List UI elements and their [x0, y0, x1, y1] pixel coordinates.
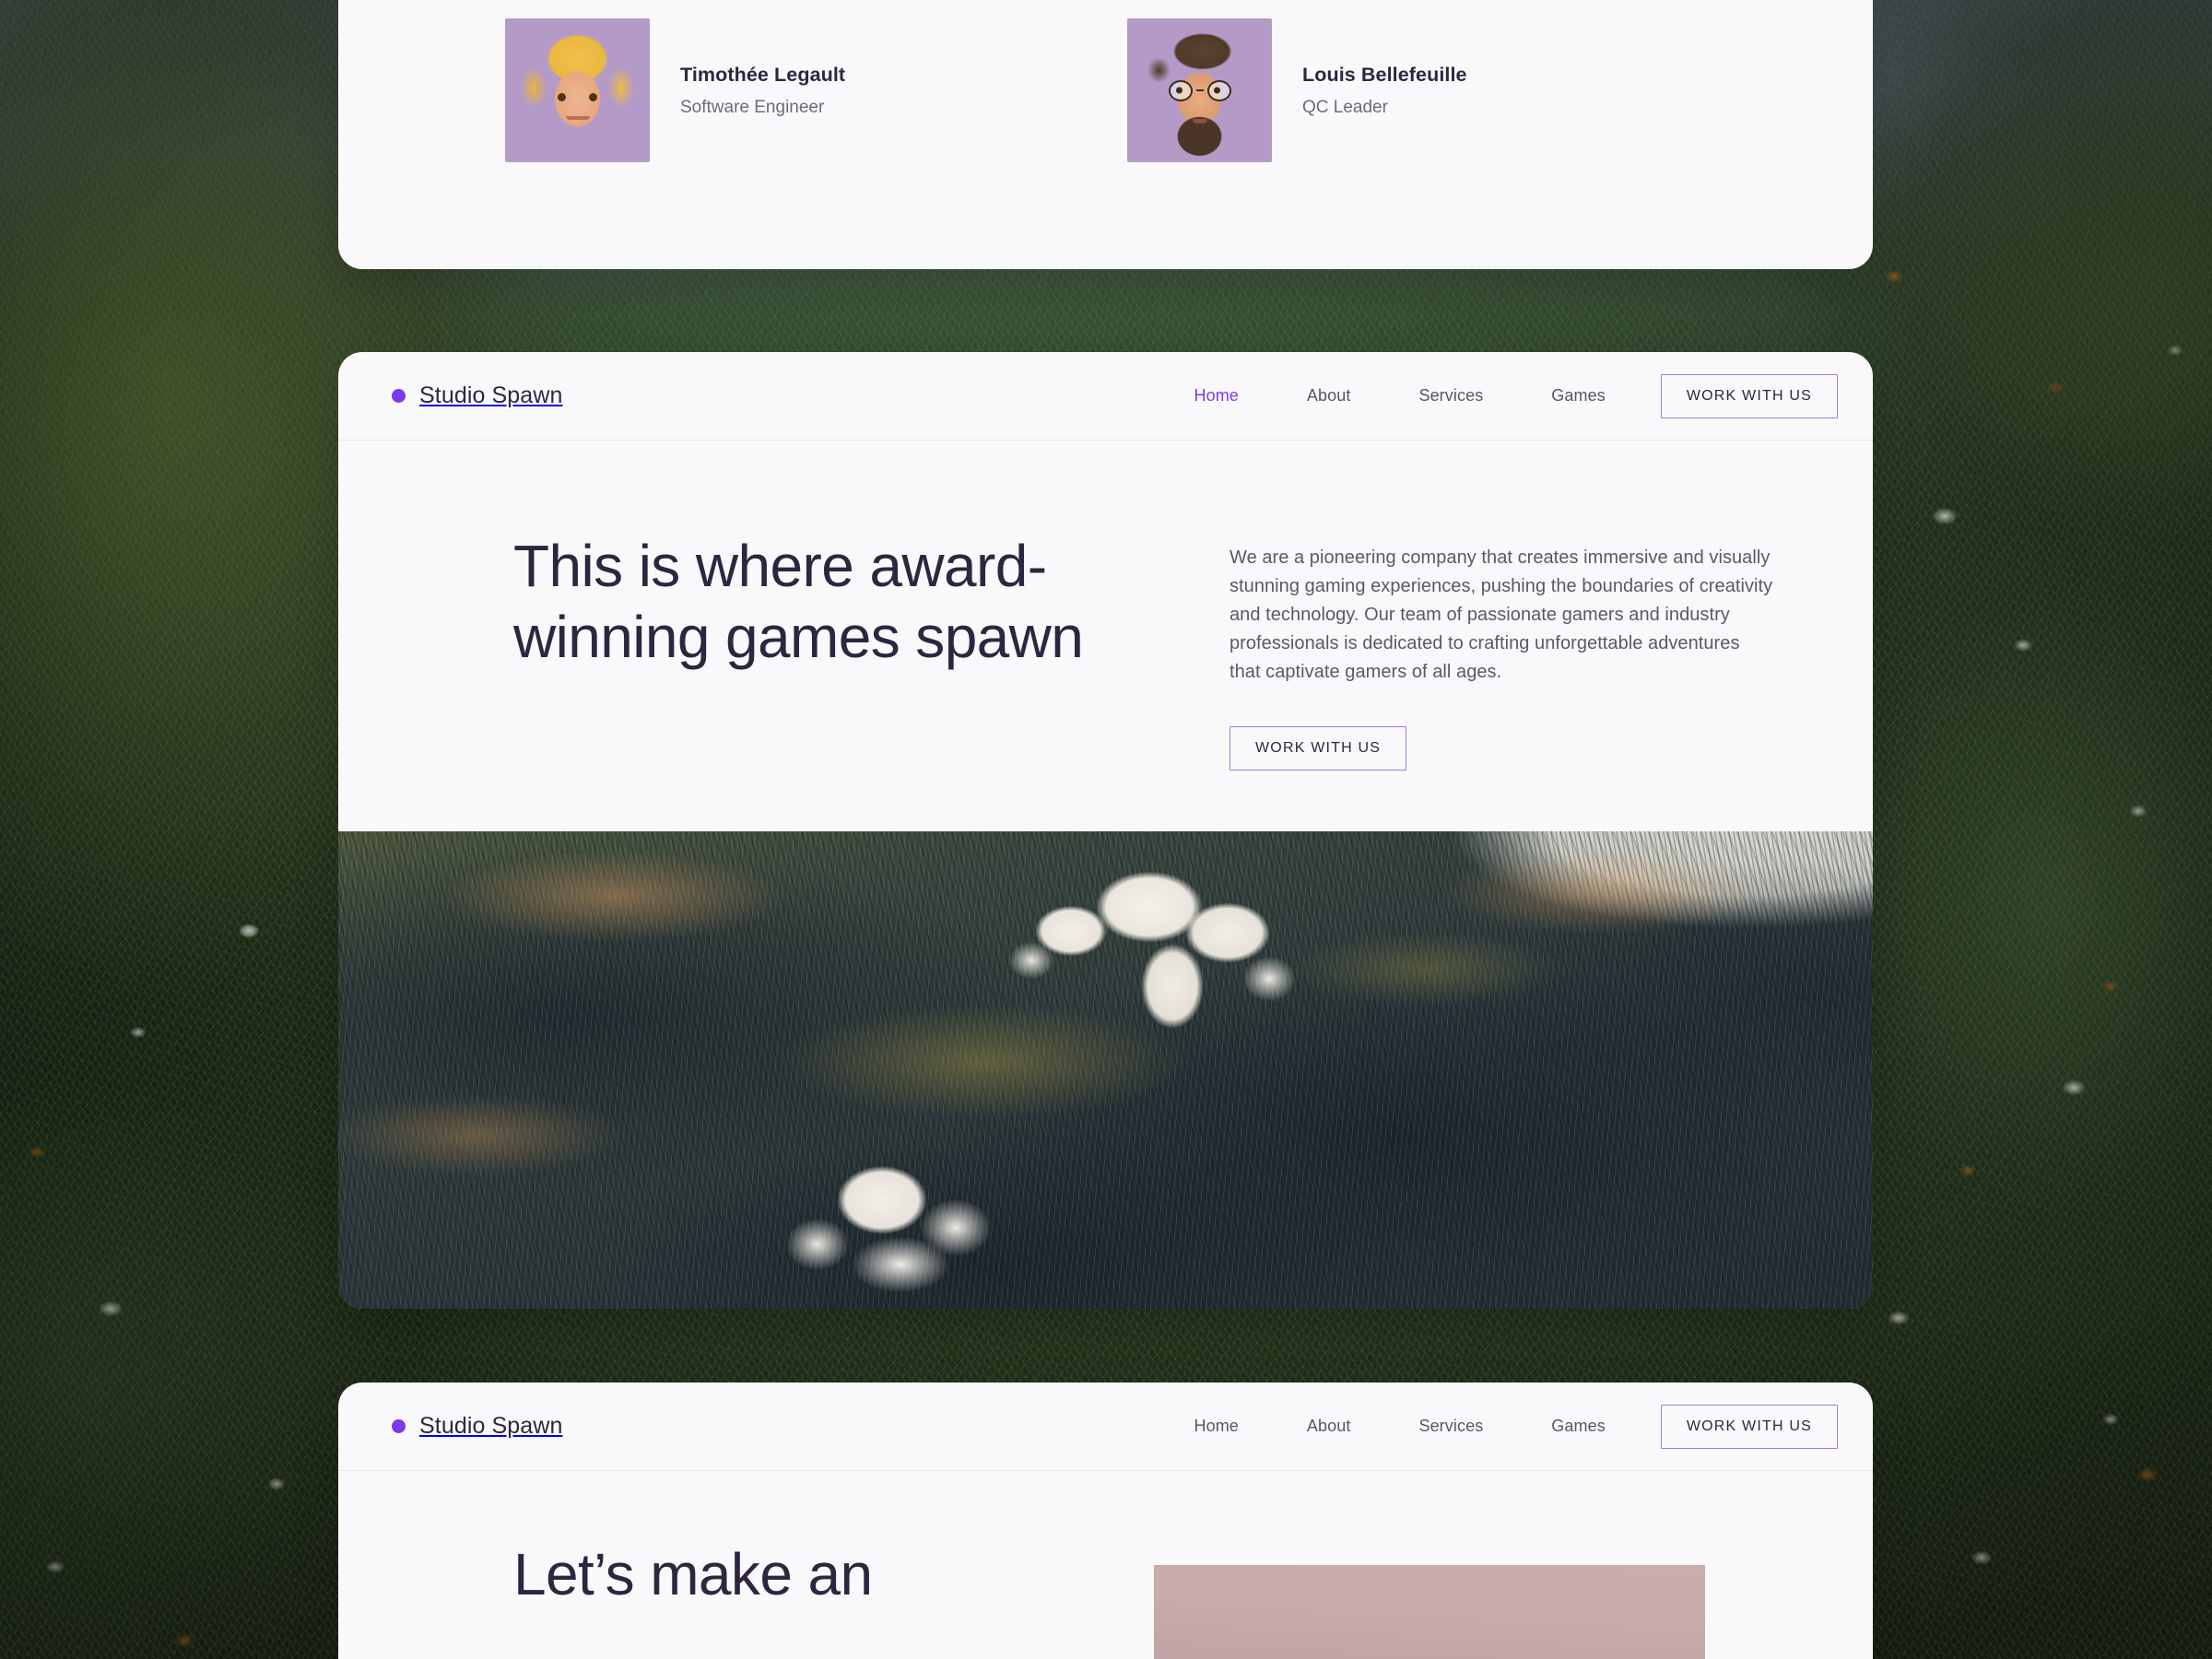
- team-member-role: QC Leader: [1302, 97, 1388, 117]
- hero-cta-wrap: WORK WITH US: [1230, 726, 1775, 771]
- nav-link-home[interactable]: Home: [1160, 386, 1273, 406]
- nav-link-games[interactable]: Games: [1517, 386, 1640, 406]
- team-member-card[interactable]: Louis Bellefeuille QC Leader: [1127, 18, 1749, 162]
- avatar-eye-right-icon: [589, 93, 598, 102]
- secondary-navbar: Studio Spawn Home About Services Games W…: [338, 1382, 1873, 1471]
- brand-dot-icon: [392, 1419, 406, 1433]
- avatar: [505, 18, 650, 162]
- primary-nav-links: Home About Services Games: [1160, 386, 1640, 406]
- bottom-image: [1154, 1565, 1705, 1659]
- team-member-name: Louis Bellefeuille: [1302, 64, 1467, 86]
- brand-name: Studio Spawn: [419, 1413, 563, 1439]
- team-member-card[interactable]: Timothée Legault Software Engineer: [505, 18, 1127, 162]
- team-member-info: Timothée Legault Software Engineer: [680, 18, 845, 119]
- nav-link-about[interactable]: About: [1273, 1417, 1385, 1436]
- avatar-eye-left-icon: [1176, 87, 1183, 94]
- primary-nav-right: Home About Services Games WORK WITH US: [1160, 373, 1838, 418]
- avatar-mouth-icon: [1192, 119, 1207, 124]
- secondary-nav-right: Home About Services Games WORK WITH US: [1160, 1404, 1838, 1449]
- avatar-glasses-bridge-icon: [1195, 88, 1204, 92]
- avatar-eye-left-icon: [557, 93, 566, 102]
- nav-link-services[interactable]: Services: [1384, 386, 1517, 406]
- primary-navbar: Studio Spawn Home About Services Games W…: [338, 352, 1873, 441]
- team-member-name: Timothée Legault: [680, 64, 846, 86]
- hero-card: Studio Spawn Home About Services Games W…: [338, 352, 1873, 1309]
- hero-paragraph: We are a pioneering company that creates…: [1230, 547, 1773, 682]
- hero-right-column: We are a pioneering company that creates…: [1230, 531, 1775, 771]
- bottom-title: Let’s make an: [513, 1541, 873, 1607]
- brand-logo[interactable]: Studio Spawn: [392, 1413, 562, 1440]
- avatar-mouth-icon: [565, 116, 590, 121]
- nav-link-about[interactable]: About: [1273, 386, 1385, 406]
- nav-work-with-us-button[interactable]: WORK WITH US: [1660, 1404, 1838, 1449]
- hero-body: This is where award-winning games spawn …: [338, 441, 1873, 771]
- brand-name: Studio Spawn: [419, 382, 563, 408]
- nav-link-home[interactable]: Home: [1160, 1417, 1273, 1436]
- hero-work-with-us-button[interactable]: WORK WITH US: [1230, 726, 1407, 771]
- team-card: Timothée Legault Software Engineer Louis…: [338, 0, 1873, 269]
- nav-work-with-us-button[interactable]: WORK WITH US: [1660, 373, 1838, 418]
- bottom-left-column: Let’s make an: [513, 1539, 1159, 1610]
- team-member-info: Louis Bellefeuille QC Leader: [1302, 18, 1467, 119]
- nav-link-games[interactable]: Games: [1517, 1417, 1640, 1436]
- avatar: [1127, 18, 1272, 162]
- hero-left-column: This is where award-winning games spawn: [513, 531, 1168, 771]
- nav-link-services[interactable]: Services: [1384, 1417, 1517, 1436]
- brand-dot-icon: [392, 389, 406, 403]
- secondary-nav-links: Home About Services Games: [1160, 1417, 1640, 1436]
- avatar-eye-right-icon: [1214, 87, 1221, 94]
- team-member-role: Software Engineer: [680, 97, 825, 117]
- team-list: Timothée Legault Software Engineer Louis…: [338, 0, 1873, 162]
- hero-image: [338, 831, 1873, 1309]
- hero-title: This is where award-winning games spawn: [513, 533, 1084, 670]
- brand-logo[interactable]: Studio Spawn: [392, 382, 562, 409]
